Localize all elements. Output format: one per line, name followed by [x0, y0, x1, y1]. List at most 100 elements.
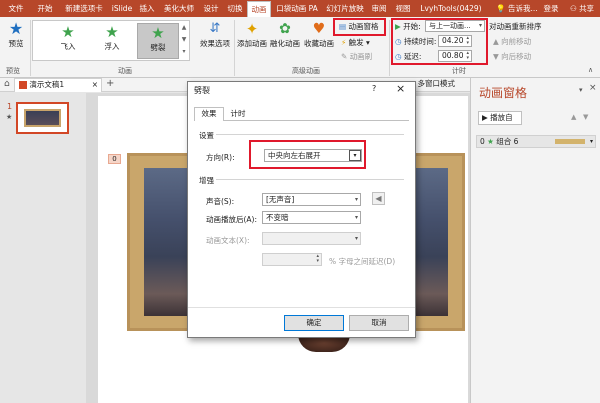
tab-islide[interactable]: iSlide — [110, 0, 134, 17]
animation-gallery: ★ 飞入 ★ 浮入 ★ 劈裂 ▲ ▼ ▾ — [32, 20, 190, 61]
effect-split[interactable]: ★ 劈裂 — [137, 23, 179, 59]
chevron-down-icon[interactable]: ▾ — [590, 136, 593, 147]
enhance-header: 增强 — [199, 176, 214, 185]
effect-options-button[interactable]: ⇵ 效果选项 — [196, 20, 234, 49]
person-icon: ⚇ — [569, 4, 577, 13]
pane-options-icon[interactable]: ▾ — [579, 86, 583, 94]
divider — [389, 20, 390, 76]
tab-effect[interactable]: 效果 — [194, 107, 224, 121]
item-timing-bar — [555, 139, 585, 144]
highlight-animation-pane — [333, 18, 386, 36]
direction-label: 方向(R): — [206, 153, 235, 162]
ppt-icon — [19, 81, 27, 89]
ok-button[interactable]: 确定 — [284, 315, 344, 331]
highlight-direction — [249, 140, 366, 169]
login-link[interactable]: 登录 — [540, 0, 562, 17]
move-earlier-button[interactable]: ▲ 向前移动 — [493, 36, 531, 47]
tab-beautify[interactable]: 美化大师 — [160, 0, 198, 17]
effect-fly-in[interactable]: ★ 飞入 — [47, 23, 89, 59]
preview-star-icon: ★ — [8, 19, 24, 38]
animation-painter-button[interactable]: ✎ 动画刷 — [341, 51, 383, 62]
star-icon: ★ — [105, 23, 119, 41]
animate-text-label: 动画文本(X): — [206, 236, 250, 245]
animation-list-item[interactable]: 0 ★ 组合 6 ▾ — [476, 135, 596, 148]
fade-animation-button[interactable]: ✿ 融化动画 — [269, 20, 301, 49]
tab-transition[interactable]: 切换 — [224, 0, 246, 17]
dialog-close-button[interactable]: × — [396, 82, 405, 95]
group-label-advanced: 高级动画 — [292, 67, 320, 75]
trigger-button[interactable]: ⚡ 触发 ▾ — [341, 37, 383, 48]
speaker-icon[interactable]: ◀ — [372, 192, 385, 205]
collect-icon: ♥ — [312, 21, 326, 37]
button-area-divider — [188, 307, 415, 308]
tab-pocket-animation[interactable]: 口袋动画 PA — [273, 0, 321, 17]
document-tab[interactable]: 演示文稿1 × — [14, 78, 102, 92]
help-search[interactable]: 💡 告诉我... — [494, 0, 540, 17]
tab-design[interactable]: 设计 — [200, 0, 222, 17]
close-icon[interactable]: × — [589, 83, 597, 93]
sound-label: 声音(S): — [206, 197, 235, 206]
animation-pane: 动画窗格 ▾ × ▶ 播放自 ▲ ▼ 0 ★ 组合 6 ▾ — [470, 78, 600, 403]
group-label-timing: 计时 — [452, 67, 466, 75]
after-animation-select[interactable]: 不变暗 ▾ — [262, 211, 361, 224]
after-animation-label: 动画播放后(A): — [206, 215, 258, 224]
divider — [216, 134, 404, 135]
brush-icon: ✎ — [341, 52, 348, 61]
tab-animation[interactable]: 动画 — [247, 1, 271, 17]
star-icon: ★ — [61, 23, 75, 41]
new-tab-button[interactable]: + — [106, 78, 114, 90]
effect-float-in[interactable]: ★ 浮入 — [91, 23, 133, 59]
divider — [234, 20, 235, 76]
tab-review[interactable]: 审阅 — [368, 0, 390, 17]
move-down-icon[interactable]: ▼ — [583, 113, 588, 121]
tab-insert[interactable]: 插入 — [136, 0, 158, 17]
divider — [30, 20, 31, 76]
divider — [216, 179, 404, 180]
move-later-button[interactable]: ▼ 向后移动 — [493, 51, 531, 62]
tab-view[interactable]: 视图 — [392, 0, 414, 17]
slide-thumbnail[interactable] — [16, 102, 69, 134]
settings-header: 设置 — [199, 131, 214, 140]
close-icon[interactable]: × — [92, 79, 98, 91]
move-up-icon[interactable]: ▲ — [571, 113, 576, 121]
tab-slideshow[interactable]: 幻灯片放映 — [323, 0, 367, 17]
split-effect-dialog: 劈裂 ? × 效果 计时 设置 方向(R): 中央向左右展开 ▾ 增强 声音(S… — [187, 81, 416, 338]
add-animation-button[interactable]: ✦ 添加动画 — [236, 20, 268, 49]
options-icon: ⇵ — [209, 21, 221, 36]
chevron-down-icon: ▾ — [354, 214, 358, 221]
arrow-down-icon: ▼ — [493, 52, 499, 61]
help-button[interactable]: ? — [372, 84, 376, 93]
collect-animation-button[interactable]: ♥ 收藏动画 — [303, 20, 335, 49]
play-icon: ▶ — [482, 113, 488, 122]
gallery-scroll[interactable]: ▲ ▼ ▾ — [180, 22, 188, 59]
home-icon[interactable]: ⌂ — [4, 79, 10, 89]
tab-new[interactable]: 新建选项卡 — [60, 0, 108, 17]
tab-file[interactable]: 文件 — [4, 0, 28, 17]
spinner-icon: ▴ ▾ — [316, 253, 319, 264]
lightbulb-icon: 💡 — [496, 4, 506, 13]
star-icon: ★ — [151, 24, 165, 42]
bolt-icon: ⚡ — [341, 38, 347, 47]
tab-lvyhtools[interactable]: LvyhTools(0429) — [418, 0, 484, 17]
highlight-timing — [391, 18, 488, 65]
cancel-button[interactable]: 取消 — [349, 315, 409, 331]
play-from-button[interactable]: ▶ 播放自 — [478, 111, 522, 125]
ribbon-tab-bar: 文件 开始 新建选项卡 iSlide 插入 美化大师 设计 切换 动画 口袋动画… — [0, 0, 600, 17]
letter-delay-label: % 字母之间延迟(D) — [329, 257, 396, 266]
animation-order-tag[interactable]: 0 — [108, 154, 121, 164]
share-button[interactable]: ⚇ 共享 — [566, 0, 598, 17]
star-icon: ★ — [487, 137, 494, 146]
arrow-up-icon: ▲ — [493, 37, 499, 46]
animate-text-select[interactable]: ▾ — [262, 232, 361, 245]
chevron-down-icon: ▾ — [354, 196, 358, 203]
group-label-animation: 动画 — [118, 67, 132, 75]
preview-button[interactable]: ★ 预览 — [3, 20, 29, 49]
slide-thumbnail-pane: 1 ★ — [0, 92, 86, 403]
letter-delay-input[interactable]: ▴ ▾ — [262, 253, 322, 266]
collapse-ribbon-icon[interactable]: ∧ — [588, 66, 593, 74]
slide-number: 1 — [7, 102, 13, 111]
tab-home[interactable]: 开始 — [34, 0, 56, 17]
reorder-title: 对动画重新排序 — [489, 22, 542, 31]
sound-select[interactable]: [无声音] ▾ — [262, 193, 361, 206]
animation-star-icon: ★ — [6, 113, 13, 121]
